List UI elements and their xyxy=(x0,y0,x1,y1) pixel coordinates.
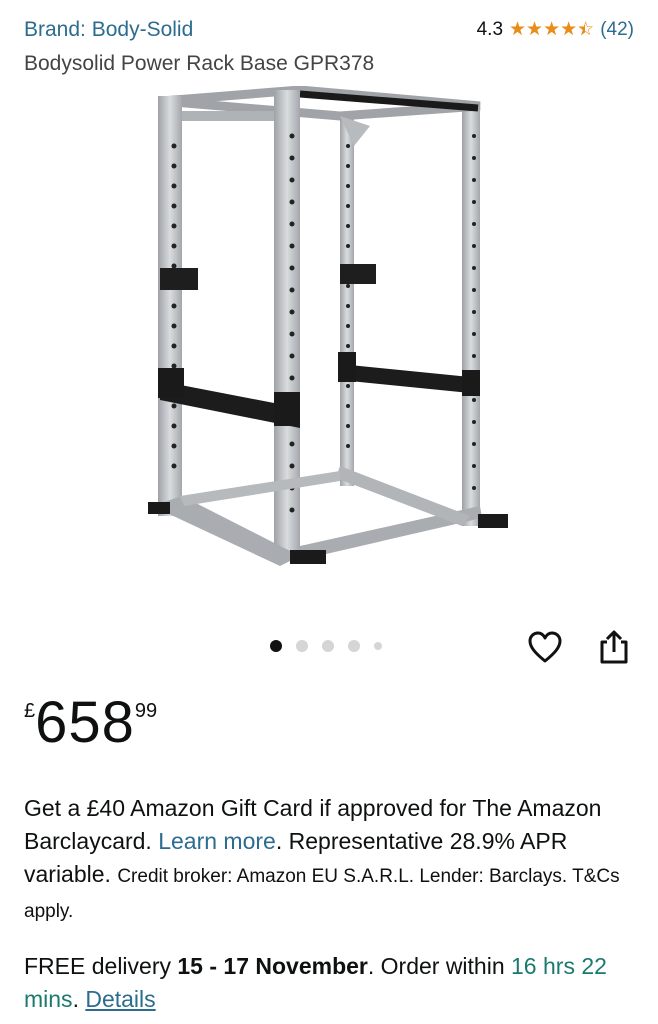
carousel-dot[interactable] xyxy=(296,640,308,652)
carousel-dot-active[interactable] xyxy=(270,640,282,652)
product-image[interactable] xyxy=(140,85,520,576)
learn-more-link[interactable]: Learn more xyxy=(158,828,276,854)
price-currency: £ xyxy=(24,700,36,722)
delivery-dates: 15 - 17 November xyxy=(177,953,368,979)
credit-broker-text: Credit broker: Amazon EU S.A.R.L. Lender… xyxy=(24,866,620,922)
brand-link[interactable]: Brand: Body-Solid xyxy=(24,18,193,42)
rating-summary[interactable]: 4.3 ★★★★☆★ (42) xyxy=(477,18,634,41)
delivery-prefix: FREE delivery xyxy=(24,953,171,979)
heart-icon[interactable] xyxy=(527,630,563,666)
price: £ 658 99 xyxy=(24,692,157,754)
rating-value: 4.3 xyxy=(476,18,504,40)
product-title: Bodysolid Power Rack Base GPR378 xyxy=(24,52,375,75)
carousel-dot[interactable] xyxy=(374,642,382,650)
review-count-link[interactable]: (42) xyxy=(600,19,634,41)
power-rack-image xyxy=(148,85,508,566)
details-link[interactable]: Details xyxy=(85,986,155,1012)
carousel-dot[interactable] xyxy=(322,640,334,652)
delivery-info: FREE delivery 15 - 17 November. Order wi… xyxy=(24,950,644,1016)
price-whole: 658 xyxy=(35,690,135,755)
carousel-dot[interactable] xyxy=(348,640,360,652)
star-rating-icon: ★★★★☆★ xyxy=(509,19,595,40)
image-carousel-indicator[interactable] xyxy=(270,640,382,652)
credit-period: . xyxy=(275,828,283,854)
delivery-dot: . xyxy=(72,986,79,1012)
price-fraction: 99 xyxy=(134,700,158,722)
order-within-text: . Order within xyxy=(367,953,505,979)
credit-card-offer: Get a £40 Amazon Gift Card if approved f… xyxy=(24,792,644,928)
share-icon[interactable] xyxy=(597,628,631,666)
